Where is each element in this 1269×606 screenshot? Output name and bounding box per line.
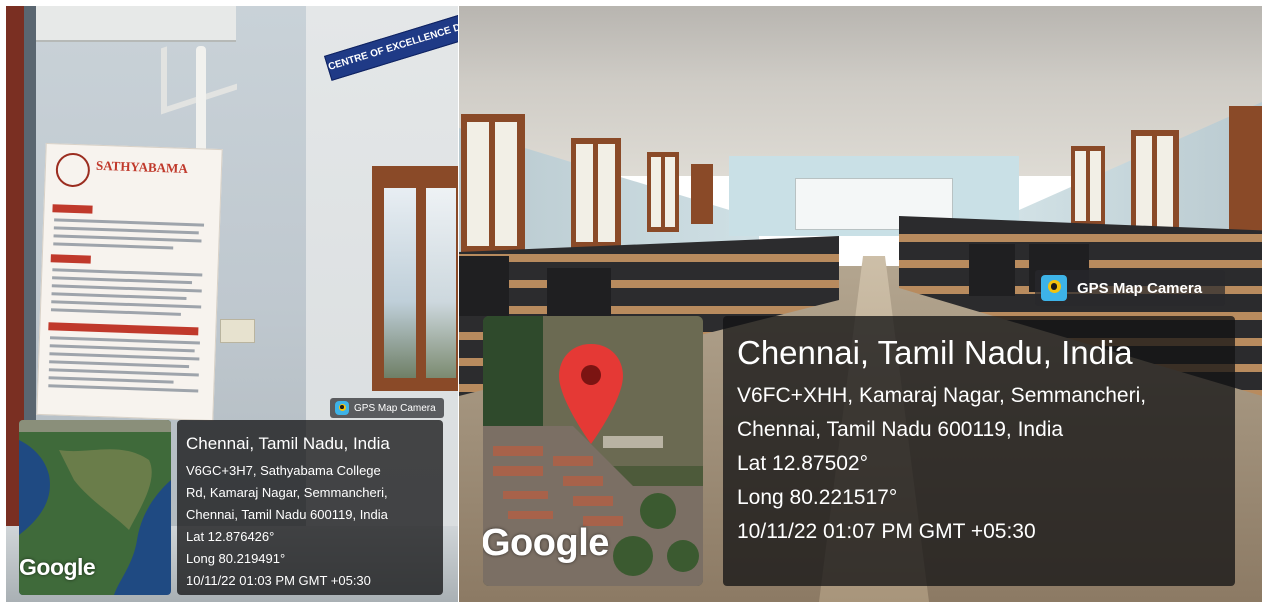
department-poster: SATHYABAMA — [36, 142, 223, 422]
longitude: Long 80.219491° — [186, 551, 286, 566]
window — [691, 164, 713, 224]
poster-text-line — [48, 376, 174, 384]
window-pane — [426, 188, 456, 378]
gps-map-camera-icon — [335, 401, 349, 415]
poster-text-line — [51, 284, 202, 293]
latitude: Lat 12.87502° — [737, 452, 869, 475]
window — [571, 138, 621, 248]
address-line: V6GC+3H7, Sathyabama College — [186, 463, 381, 478]
location-title: Chennai, Tamil Nadu, India — [737, 334, 1133, 371]
google-watermark: Google — [483, 522, 609, 564]
poster-text-line — [52, 268, 203, 277]
timestamp: 10/11/22 01:07 PM GMT +05:30 — [737, 520, 1036, 543]
map-thumbnail: Google — [483, 316, 703, 586]
address-line: Chennai, Tamil Nadu 600119, India — [186, 507, 388, 522]
gps-map-camera-icon — [1041, 275, 1067, 301]
switch-plate — [220, 319, 255, 343]
computer-cpu — [459, 256, 509, 316]
location-info-box: Chennai, Tamil Nadu, India V6GC+3H7, Sat… — [177, 420, 443, 595]
gps-map-camera-badge: GPS Map Camera — [1035, 270, 1225, 306]
gps-map-camera-badge: GPS Map Camera — [330, 398, 444, 418]
poster-text-line — [49, 344, 195, 353]
location-info-box: Chennai, Tamil Nadu, India V6FC+XHH, Kam… — [723, 316, 1235, 586]
window — [1229, 106, 1262, 246]
poster-text-line — [50, 308, 181, 316]
poster-text-line — [49, 360, 190, 369]
poster-text-line — [52, 276, 193, 285]
poster-text-line — [48, 384, 199, 393]
poster-heading-bar — [52, 204, 93, 214]
address-line: Rd, Kamaraj Nagar, Semmancheri, — [186, 485, 388, 500]
window — [1071, 146, 1105, 226]
poster-text-line — [51, 300, 202, 309]
poster-text-line — [53, 234, 202, 243]
longitude: Long 80.221517° — [737, 486, 898, 509]
address-line: V6FC+XHH, Kamaraj Nagar, Semmancheri, — [737, 384, 1147, 407]
badge-label: GPS Map Camera — [1077, 279, 1203, 297]
map-thumbnail: Google — [19, 420, 171, 595]
poster-text-line — [53, 242, 174, 250]
right-photo: GPS Map Camera Google Chennai, Tamil Nad… — [459, 6, 1262, 602]
address-line: Chennai, Tamil Nadu 600119, India — [737, 418, 1064, 441]
poster-text-line — [54, 218, 205, 227]
latitude: Lat 12.876426° — [186, 529, 275, 544]
poster-heading-bar — [50, 254, 91, 264]
computer-cpu — [969, 244, 1015, 296]
window — [461, 114, 525, 254]
poster-text-line — [51, 292, 187, 300]
left-photo: CENTRE OF EXCELLENCE DATA SCIENCE LAB SA… — [6, 6, 458, 602]
poster-text-line — [53, 226, 199, 235]
poster-text-line — [49, 336, 200, 345]
google-watermark: Google — [19, 554, 96, 580]
window — [1131, 130, 1179, 240]
timestamp: 10/11/22 01:03 PM GMT +05:30 — [186, 573, 371, 588]
window-pane — [384, 188, 416, 378]
window — [647, 152, 679, 232]
poster-text-line — [49, 352, 200, 361]
poster-title: SATHYABAMA — [95, 157, 189, 176]
badge-label: GPS Map Camera — [354, 402, 436, 414]
location-title: Chennai, Tamil Nadu, India — [186, 434, 390, 453]
poster-text-line — [48, 368, 199, 377]
university-logo — [55, 152, 91, 188]
poster-heading-bar — [48, 322, 199, 336]
